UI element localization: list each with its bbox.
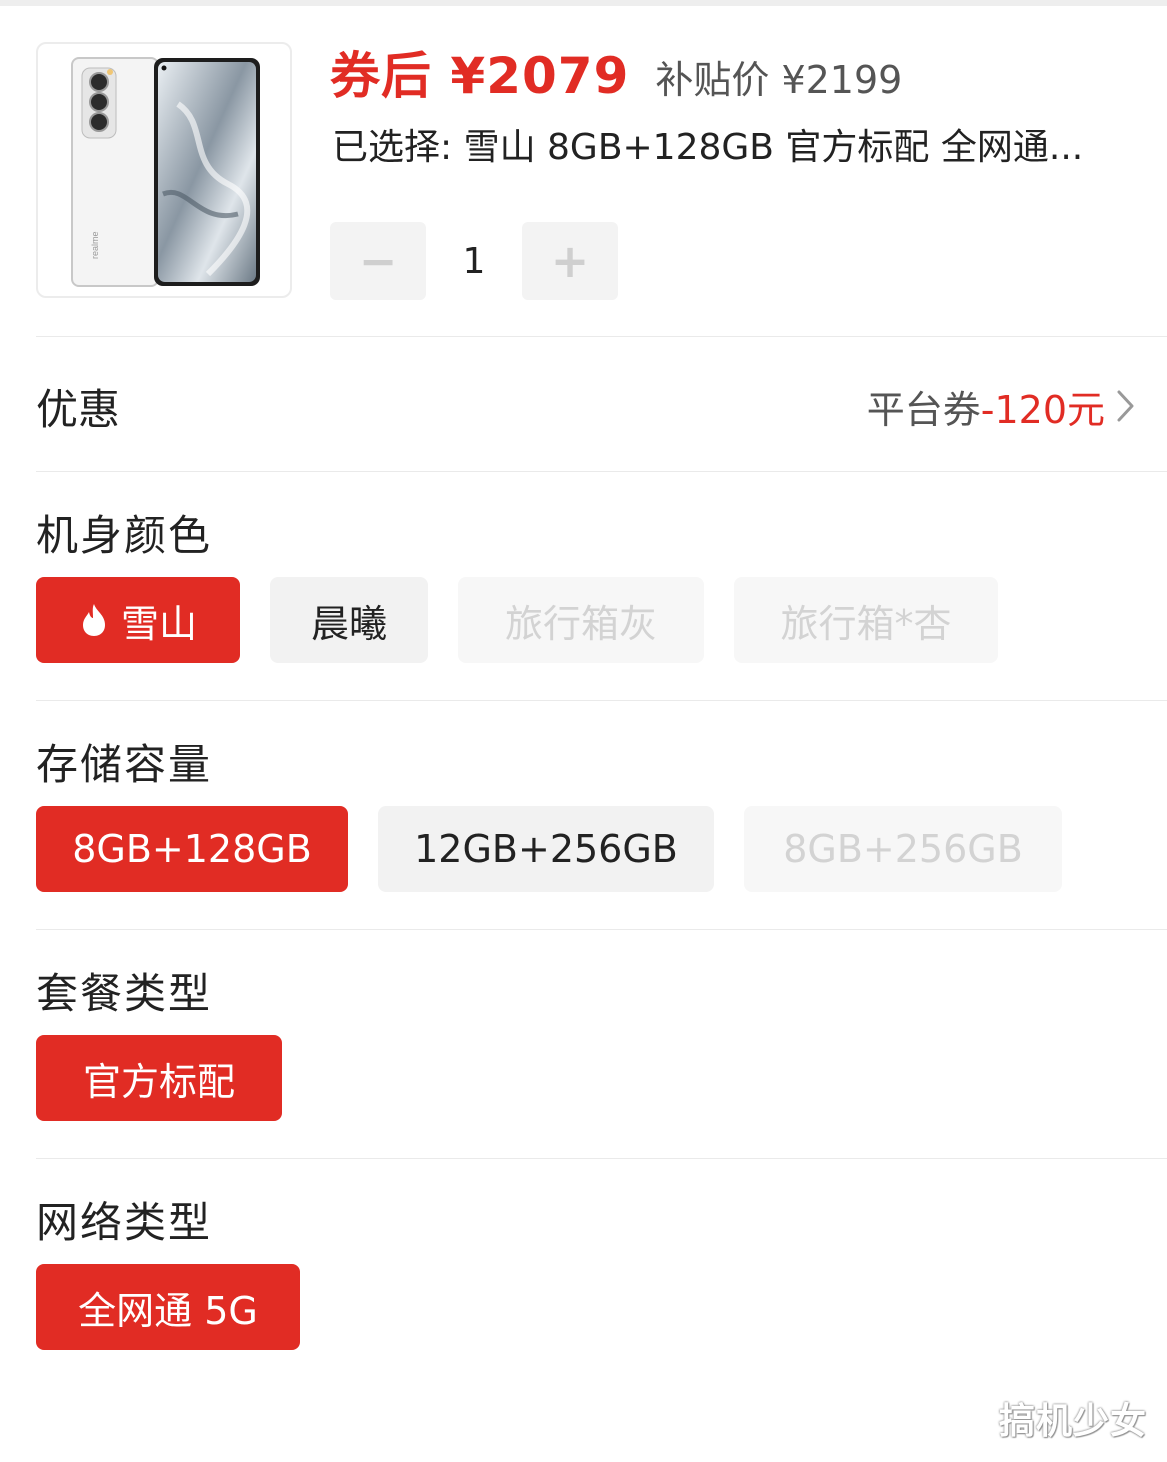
coupon-label: 平台券 [866,387,981,432]
package-option-label: 官方标配 [82,1059,235,1104]
storage-section-title: 存储容量 [36,740,213,789]
increase-quantity-button[interactable]: + [522,222,618,300]
storage-option-8-128[interactable]: 8GB+128GB [36,806,348,892]
fire-icon [79,602,109,638]
network-option-label: 全网通 5G [78,1288,258,1333]
divider [36,1158,1167,1159]
color-option-label: 雪山 [120,601,197,646]
network-options: 全网通 5G [36,1264,330,1350]
color-option-xueshan[interactable]: 雪山 [36,577,240,663]
package-option-official[interactable]: 官方标配 [36,1035,282,1121]
color-option-label: 旅行箱*杏 [780,601,952,646]
phone-brand-text: realme [90,231,100,259]
coupon-amount: -120元 [980,387,1105,432]
product-thumbnail[interactable]: realme [36,42,292,298]
storage-option-label: 8GB+256GB [783,827,1023,871]
coupon-title: 优惠 [36,385,121,434]
storage-option-label: 8GB+128GB [72,827,312,871]
color-option-label: 晨曦 [310,601,387,646]
color-option-luxingxiang-xing[interactable]: 旅行箱*杏 [734,577,998,663]
chevron-right-icon [1115,388,1137,424]
divider [36,336,1167,337]
phone-image: realme [71,57,260,287]
selected-summary: 已选择: 雪山 8GB+128GB 官方标配 全网通... [332,127,1084,168]
divider [36,929,1167,930]
decrease-quantity-button[interactable]: − [330,222,426,300]
package-section-title: 套餐类型 [36,969,213,1018]
color-section-title: 机身颜色 [36,511,213,560]
divider [36,471,1167,472]
package-options: 官方标配 [36,1035,312,1121]
quantity-value[interactable]: 1 [426,241,522,282]
subsidy-price: 补贴价 ¥2199 [655,58,903,102]
storage-options: 8GB+128GB 12GB+256GB 8GB+256GB [36,806,1092,892]
top-edge-bar [0,0,1167,6]
storage-option-label: 12GB+256GB [414,827,678,871]
network-option-5g[interactable]: 全网通 5G [36,1264,300,1350]
coupon-selector[interactable]: 平台券 -120元 [867,378,1137,434]
color-option-label: 旅行箱灰 [504,601,657,646]
price-after-coupon: 券后 ¥2079 [330,47,630,105]
watermark: 搞机少女 [998,1401,1147,1442]
storage-option-12-256[interactable]: 12GB+256GB [378,806,714,892]
network-section-title: 网络类型 [36,1198,213,1247]
color-option-luxingxiang-hui[interactable]: 旅行箱灰 [458,577,704,663]
color-option-chenxi[interactable]: 晨曦 [270,577,428,663]
quantity-stepper: − 1 + [330,222,618,300]
divider [36,700,1167,701]
storage-option-8-256[interactable]: 8GB+256GB [744,806,1062,892]
color-options: 雪山 晨曦 旅行箱灰 旅行箱*杏 [36,577,1028,663]
price-line: 券后 ¥2079 补贴价 ¥2199 [330,36,902,106]
